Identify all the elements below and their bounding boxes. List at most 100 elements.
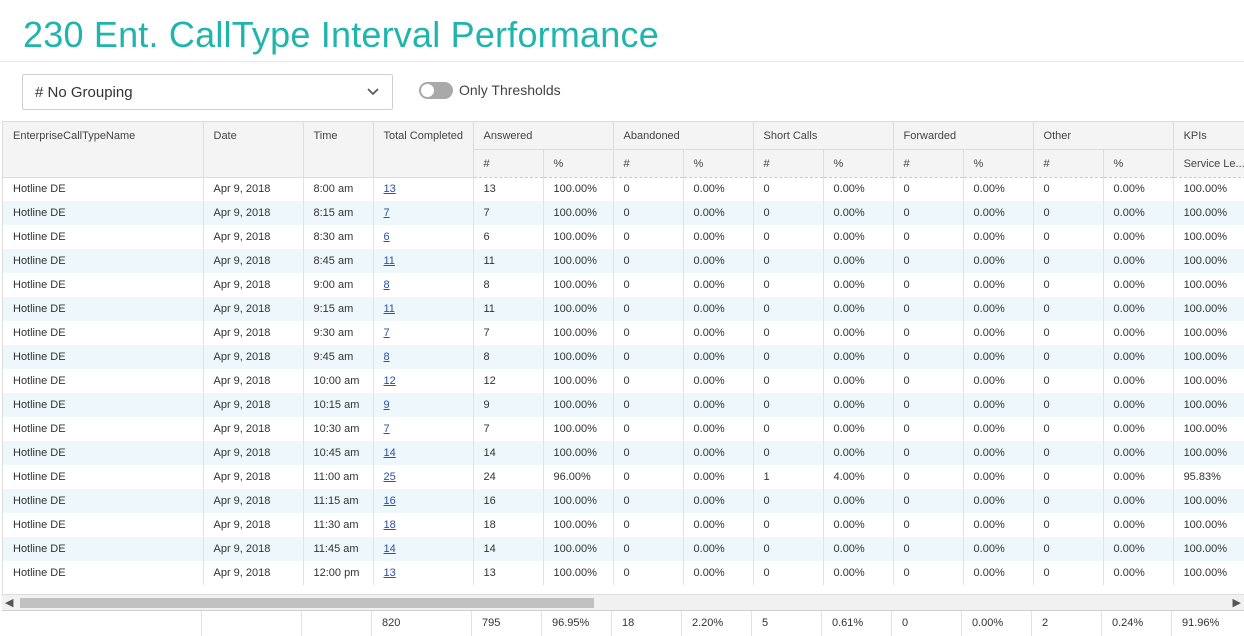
table-row[interactable]: Hotline DE Apr 9, 2018 8:15 am 7 7 100.00% 0 0.… xyxy=(3,201,1244,225)
cell-service-level: 100.00% xyxy=(1173,345,1244,369)
col-header-other-pct[interactable]: % xyxy=(1103,149,1174,178)
cell-abandoned-pct: 0.00% xyxy=(683,201,754,225)
table-row[interactable]: Hotline DE Apr 9, 2018 12:00 pm 13 13 100.00%… xyxy=(3,561,1244,585)
cell-answered-count: 18 xyxy=(473,513,544,537)
cell-total-completed[interactable]: 7 xyxy=(373,321,474,345)
total-completed-link[interactable]: 13 xyxy=(384,567,396,579)
total-completed-link[interactable]: 11 xyxy=(384,303,395,315)
cell-total-completed[interactable]: 6 xyxy=(373,225,474,249)
cell-total-completed[interactable]: 14 xyxy=(373,441,474,465)
total-completed-link[interactable]: 14 xyxy=(384,543,396,555)
col-header-short-calls-count[interactable]: # xyxy=(753,149,824,178)
cell-time: 10:30 am xyxy=(303,417,374,441)
total-completed-link[interactable]: 7 xyxy=(384,207,390,219)
total-completed-link[interactable]: 16 xyxy=(384,495,396,507)
cell-short-calls-count: 1 xyxy=(753,465,824,489)
cell-time: 8:15 am xyxy=(303,201,374,225)
total-completed-link[interactable]: 13 xyxy=(384,183,396,195)
arrow-left-icon[interactable]: ◀ xyxy=(5,596,13,609)
col-header-time[interactable]: Time xyxy=(303,122,374,178)
cell-short-calls-count: 0 xyxy=(753,561,824,585)
table-row[interactable]: Hotline DE Apr 9, 2018 11:45 am 14 14 100.00%… xyxy=(3,537,1244,561)
scrollbar-thumb[interactable] xyxy=(20,598,594,608)
cell-abandoned-pct: 0.00% xyxy=(683,393,754,417)
cell-other-count: 0 xyxy=(1033,393,1104,417)
col-header-forwarded-count[interactable]: # xyxy=(893,149,964,178)
cell-name: Hotline DE xyxy=(3,345,204,369)
col-header-abandoned-count[interactable]: # xyxy=(613,149,684,178)
table-row[interactable]: Hotline DE Apr 9, 2018 10:00 am 12 12 100.00%… xyxy=(3,369,1244,393)
total-completed-link[interactable]: 8 xyxy=(384,351,390,363)
cell-short-calls-pct: 0.00% xyxy=(823,393,894,417)
col-header-name[interactable]: EnterpriseCallTypeName xyxy=(3,122,204,178)
table-row[interactable]: Hotline DE Apr 9, 2018 8:00 am 13 13 100.00% 0… xyxy=(3,177,1244,201)
cell-total-completed[interactable]: 13 xyxy=(373,177,474,201)
total-forwarded-count: 0 xyxy=(892,611,962,636)
total-completed-link[interactable]: 9 xyxy=(384,399,390,411)
table-row[interactable]: Hotline DE Apr 9, 2018 11:15 am 16 16 100.00%… xyxy=(3,489,1244,513)
cell-answered-pct: 96.00% xyxy=(543,465,614,489)
table-row[interactable]: Hotline DE Apr 9, 2018 10:45 am 14 14 100.00%… xyxy=(3,441,1244,465)
cell-short-calls-count: 0 xyxy=(753,441,824,465)
cell-other-pct: 0.00% xyxy=(1103,225,1174,249)
cell-total-completed[interactable]: 14 xyxy=(373,537,474,561)
total-completed-link[interactable]: 8 xyxy=(384,279,390,291)
cell-name: Hotline DE xyxy=(3,177,204,201)
cell-forwarded-count: 0 xyxy=(893,177,964,201)
col-header-date[interactable]: Date xyxy=(203,122,304,178)
horizontal-scrollbar[interactable]: ◀ ▶ xyxy=(2,594,1244,610)
cell-total-completed[interactable]: 13 xyxy=(373,561,474,585)
only-thresholds-toggle[interactable] xyxy=(419,82,453,99)
col-header-answered-pct[interactable]: % xyxy=(543,149,614,178)
cell-total-completed[interactable]: 11 xyxy=(373,297,474,321)
col-header-abandoned-pct[interactable]: % xyxy=(683,149,754,178)
table-row[interactable]: Hotline DE Apr 9, 2018 8:45 am 11 11 100.00% 0… xyxy=(3,249,1244,273)
col-header-other-count[interactable]: # xyxy=(1033,149,1104,178)
table-row[interactable]: Hotline DE Apr 9, 2018 11:30 am 18 18 100.00%… xyxy=(3,513,1244,537)
col-header-service-level[interactable]: Service Le... xyxy=(1173,149,1244,178)
col-header-answered-count[interactable]: # xyxy=(473,149,544,178)
cell-answered-pct: 100.00% xyxy=(543,537,614,561)
cell-forwarded-count: 0 xyxy=(893,417,964,441)
table-row[interactable]: Hotline DE Apr 9, 2018 9:30 am 7 7 100.00% 0 0.… xyxy=(3,321,1244,345)
total-date xyxy=(202,611,302,636)
cell-total-completed[interactable]: 16 xyxy=(373,489,474,513)
cell-total-completed[interactable]: 11 xyxy=(373,249,474,273)
table-row[interactable]: Hotline DE Apr 9, 2018 9:45 am 8 8 100.00% 0 0.… xyxy=(3,345,1244,369)
grouping-select[interactable]: # No Grouping xyxy=(22,74,393,110)
table-row[interactable]: Hotline DE Apr 9, 2018 9:00 am 8 8 100.00% 0 0.… xyxy=(3,273,1244,297)
total-completed-link[interactable]: 7 xyxy=(384,423,390,435)
total-completed-link[interactable]: 6 xyxy=(384,231,390,243)
col-header-total-completed[interactable]: Total Completed xyxy=(373,122,474,178)
cell-total-completed[interactable]: 7 xyxy=(373,417,474,441)
total-completed-link[interactable]: 18 xyxy=(384,519,396,531)
table-row[interactable]: Hotline DE Apr 9, 2018 10:30 am 7 7 100.00% 0 0… xyxy=(3,417,1244,441)
table-row[interactable]: Hotline DE Apr 9, 2018 11:00 am 25 24 96.00% 0… xyxy=(3,465,1244,489)
cell-abandoned-count: 0 xyxy=(613,297,684,321)
cell-total-completed[interactable]: 25 xyxy=(373,465,474,489)
table-row[interactable]: Hotline DE Apr 9, 2018 8:30 am 6 6 100.00% 0 0.… xyxy=(3,225,1244,249)
table-row[interactable]: Hotline DE Apr 9, 2018 10:15 am 9 9 100.00% 0 0… xyxy=(3,393,1244,417)
col-header-short-calls-pct[interactable]: % xyxy=(823,149,894,178)
cell-total-completed[interactable]: 8 xyxy=(373,273,474,297)
cell-short-calls-pct: 0.00% xyxy=(823,201,894,225)
cell-total-completed[interactable]: 8 xyxy=(373,345,474,369)
cell-total-completed[interactable]: 7 xyxy=(373,201,474,225)
cell-total-completed[interactable]: 12 xyxy=(373,369,474,393)
cell-answered-pct: 100.00% xyxy=(543,489,614,513)
arrow-right-icon[interactable]: ▶ xyxy=(1233,596,1241,609)
total-completed-link[interactable]: 12 xyxy=(384,375,396,387)
total-completed-link[interactable]: 7 xyxy=(384,327,390,339)
cell-other-pct: 0.00% xyxy=(1103,465,1174,489)
cell-total-completed[interactable]: 18 xyxy=(373,513,474,537)
cell-short-calls-count: 0 xyxy=(753,345,824,369)
cell-answered-pct: 100.00% xyxy=(543,273,614,297)
col-header-forwarded-pct[interactable]: % xyxy=(963,149,1034,178)
total-answered-count: 795 xyxy=(472,611,542,636)
cell-total-completed[interactable]: 9 xyxy=(373,393,474,417)
col-group-forwarded: Forwarded xyxy=(893,122,1034,150)
total-completed-link[interactable]: 11 xyxy=(384,255,395,267)
total-completed-link[interactable]: 14 xyxy=(384,447,396,459)
total-completed-link[interactable]: 25 xyxy=(384,471,396,483)
table-row[interactable]: Hotline DE Apr 9, 2018 9:15 am 11 11 100.00% 0… xyxy=(3,297,1244,321)
